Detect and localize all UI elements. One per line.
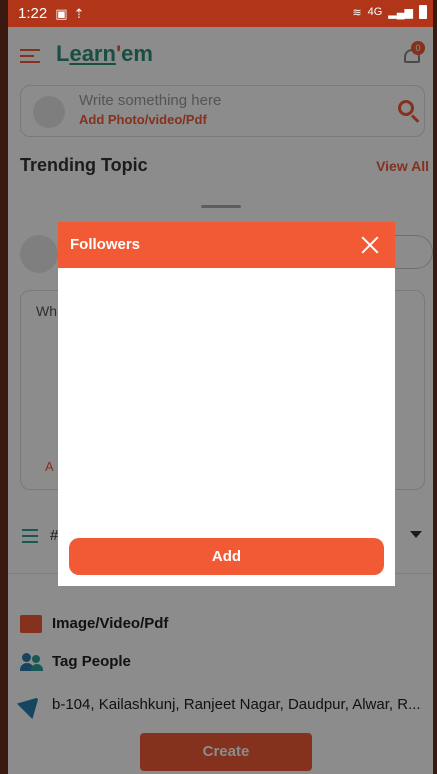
status-bar: 1:22 ▣ ⇡ ≋ 4G ▂▄▆: [8, 0, 433, 27]
network-label: 4G: [367, 6, 383, 18]
close-icon[interactable]: [361, 236, 379, 254]
followers-dialog: Followers Add: [58, 222, 395, 586]
followers-list: [58, 268, 395, 538]
status-right-icons: ≋ 4G ▂▄▆: [352, 5, 427, 19]
gallery-notification-icon: ▣: [55, 5, 68, 21]
add-button[interactable]: Add: [69, 538, 384, 575]
dialog-header: Followers: [58, 222, 395, 268]
signal-icon: ▂▄▆: [388, 6, 413, 19]
wifi-icon: ≋: [352, 6, 362, 19]
phone-screen: 1:22 ▣ ⇡ ≋ 4G ▂▄▆ Learn'em 0 Write somet…: [8, 0, 433, 774]
battery-icon: [419, 5, 427, 19]
status-time: 1:22: [18, 5, 48, 22]
upload-notification-icon: ⇡: [73, 5, 85, 21]
dialog-title: Followers: [70, 236, 141, 253]
